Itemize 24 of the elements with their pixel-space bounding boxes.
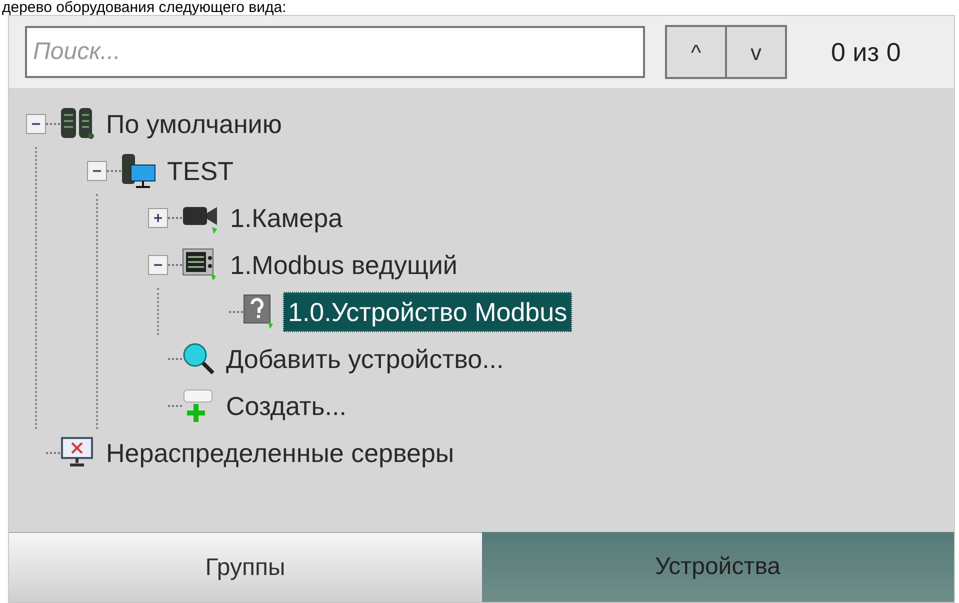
server-rack-icon: [60, 106, 96, 140]
tree-item[interactable]: 1.Modbus ведущий: [226, 246, 462, 284]
tree-item[interactable]: Нераспределенные серверы: [102, 434, 458, 472]
match-counter: 0 из 0: [831, 36, 901, 68]
monitor-error-icon: [60, 436, 96, 470]
collapse-toggle[interactable]: [87, 160, 107, 180]
tree-item[interactable]: TEST: [163, 152, 238, 190]
expand-toggle[interactable]: [148, 208, 168, 228]
computer-icon: [121, 152, 157, 188]
tree-item[interactable]: По умолчанию: [102, 104, 286, 142]
tree-item[interactable]: Добавить устройство...: [222, 340, 508, 378]
search-field[interactable]: Поиск...: [25, 26, 645, 78]
collapse-toggle[interactable]: [148, 254, 168, 274]
caption-text: дерево оборудования следующего вида:: [1, 0, 288, 15]
tree-item[interactable]: 1.0.Устройство Modbus: [283, 292, 572, 332]
tab[interactable]: Группы: [9, 532, 482, 602]
previous-button[interactable]: ^: [667, 27, 727, 77]
tree-item[interactable]: Создать...: [222, 386, 350, 424]
next-button[interactable]: v: [727, 27, 785, 77]
collapse-toggle[interactable]: [26, 114, 46, 134]
search-icon: [182, 342, 216, 376]
plus-icon: [152, 212, 164, 224]
tab[interactable]: Устройства: [482, 532, 954, 602]
tree-item[interactable]: 1.Камера: [226, 198, 347, 236]
